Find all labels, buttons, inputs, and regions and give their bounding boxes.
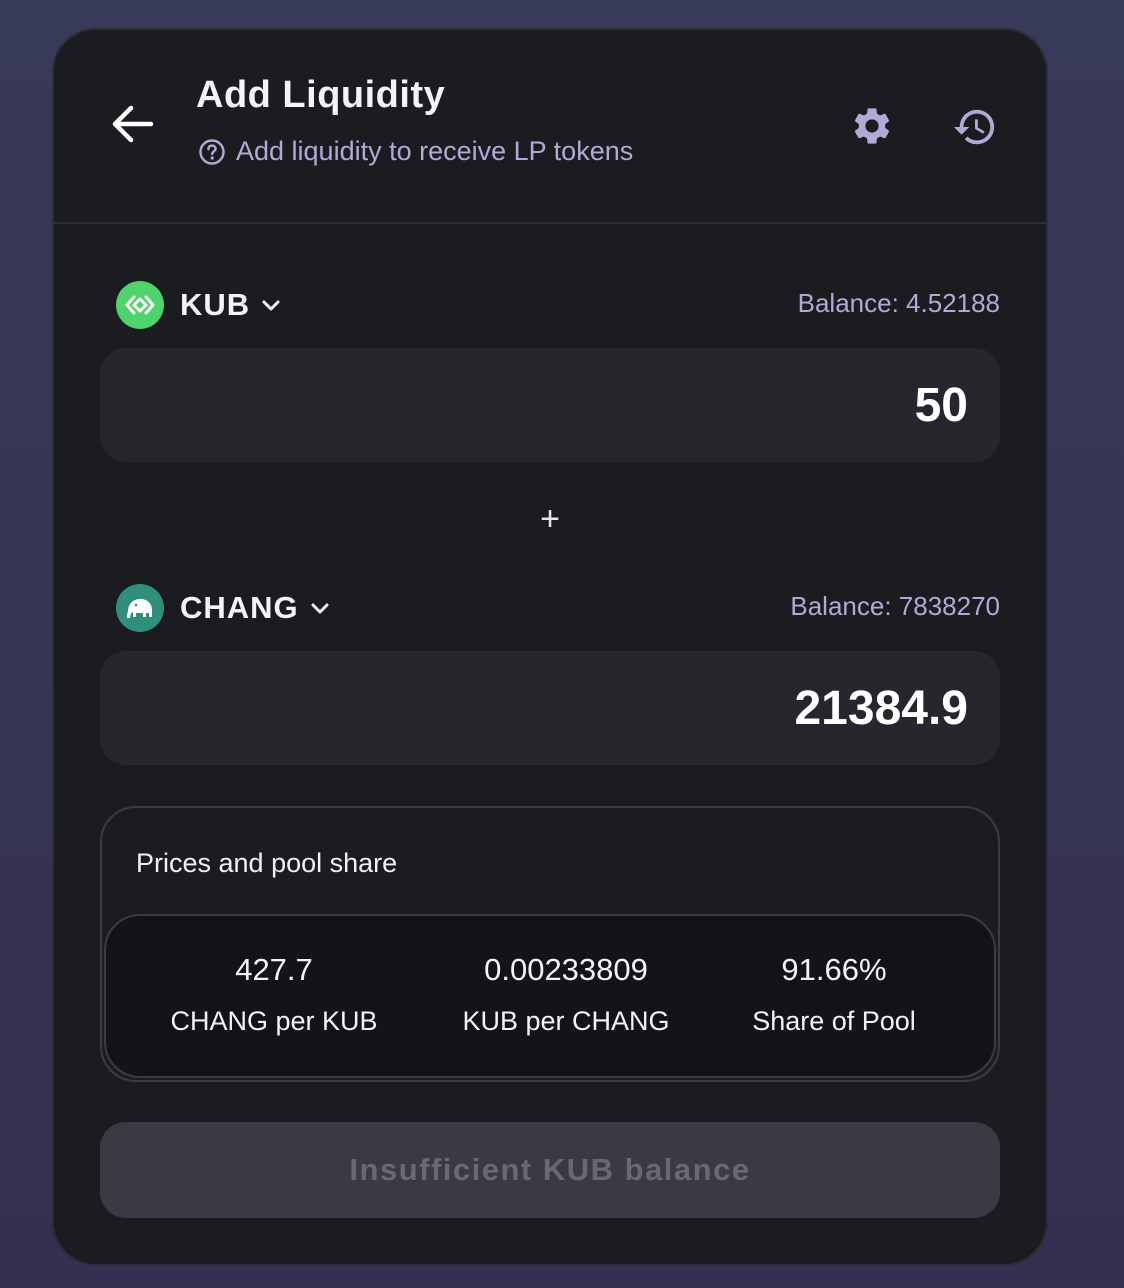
token-b-balance: Balance: 7838270 <box>790 591 1000 621</box>
kub-logo-icon <box>116 281 164 329</box>
stat-label: Share of Pool <box>752 1006 916 1036</box>
elephant-logo-icon <box>116 584 164 632</box>
token-a-row: KUB Balance: 4.52188 <box>116 280 1000 330</box>
page-subtitle: Add liquidity to receive LP tokens <box>198 136 633 167</box>
stat-value: 0.00233809 <box>484 952 648 987</box>
back-button[interactable] <box>104 96 160 152</box>
stat-label: CHANG per KUB <box>170 1006 378 1036</box>
token-a-symbol: KUB <box>180 287 251 322</box>
token-b-amount-box <box>100 651 1000 765</box>
token-a-amount-box <box>100 348 1000 462</box>
token-b-selector[interactable]: CHANG <box>116 583 331 633</box>
token-b-symbol: CHANG <box>180 590 299 625</box>
add-liquidity-card: Add Liquidity Add liquidity to receive L… <box>52 28 1048 1266</box>
header: Add Liquidity Add liquidity to receive L… <box>52 28 1048 224</box>
stat-share-of-pool: 91.66% Share of Pool <box>732 952 936 1037</box>
submit-button[interactable]: Insufficient KUB balance <box>100 1122 1000 1218</box>
token-b-row: CHANG Balance: 7838270 <box>116 583 1000 633</box>
stat-kub-per-chang: 0.00233809 KUB per CHANG <box>450 952 682 1037</box>
stat-value: 427.7 <box>235 952 313 987</box>
plus-separator: + <box>540 500 560 538</box>
gear-icon <box>850 104 894 148</box>
arrow-left-icon <box>109 104 155 144</box>
subtitle-text: Add liquidity to receive LP tokens <box>236 136 634 166</box>
chevron-down-icon <box>260 294 282 316</box>
token-a-selector[interactable]: KUB <box>116 280 282 330</box>
chevron-down-icon <box>309 597 331 619</box>
settings-button[interactable] <box>848 102 896 150</box>
question-circle-icon[interactable] <box>198 138 226 166</box>
prices-title: Prices and pool share <box>136 848 398 878</box>
prices-pool-share-panel: Prices and pool share 427.7 CHANG per KU… <box>100 806 1000 1082</box>
history-icon <box>952 104 998 150</box>
token-a-balance: Balance: 4.52188 <box>797 288 1000 318</box>
token-a-amount-input[interactable] <box>100 348 1000 462</box>
stat-chang-per-kub: 427.7 CHANG per KUB <box>164 952 384 1037</box>
token-b-amount-input[interactable] <box>100 651 1000 765</box>
history-button[interactable] <box>950 102 1000 152</box>
page-title: Add Liquidity <box>196 74 446 116</box>
stat-label: KUB per CHANG <box>462 1006 670 1036</box>
stat-value: 91.66% <box>781 952 887 987</box>
prices-stats: 427.7 CHANG per KUB 0.00233809 KUB per C… <box>104 914 996 1078</box>
